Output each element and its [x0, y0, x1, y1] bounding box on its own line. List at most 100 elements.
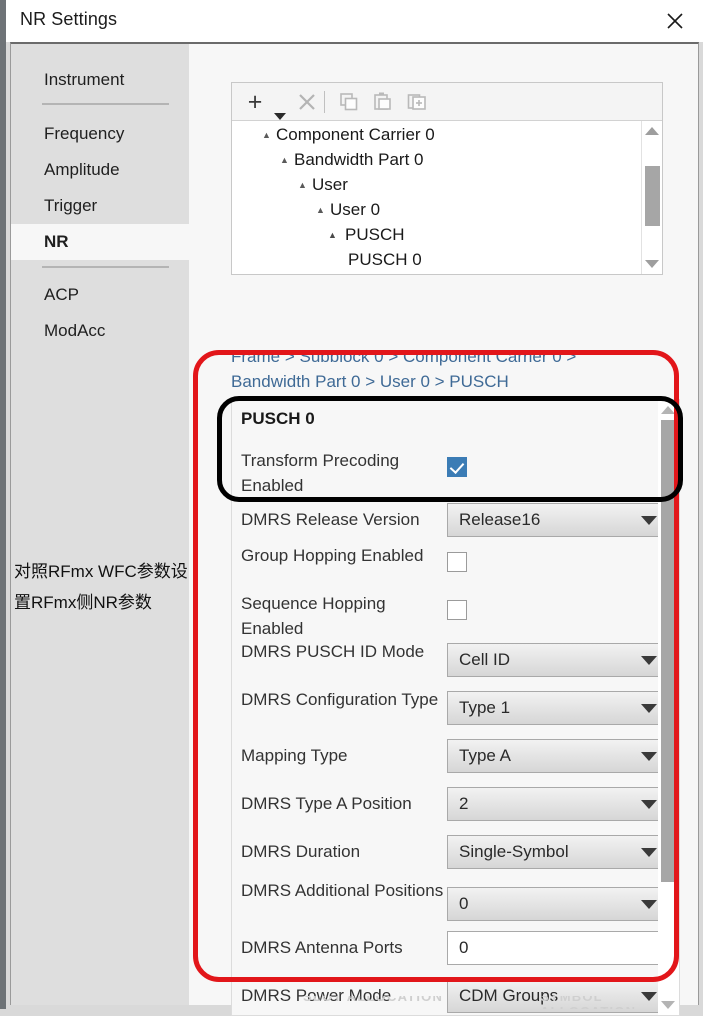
tree-node-label: User 0 [330, 200, 381, 219]
close-x-icon [299, 93, 315, 110]
tree-node-label: PUSCH [345, 225, 405, 244]
background-clipped-text: SLOT ALLOCATION SYMBOL ALLOCATION [0, 996, 703, 1009]
breadcrumb-line-1[interactable]: Frame > Subblock 0 > Component Carrier 0… [231, 344, 686, 369]
row-label: DMRS Additional Positions [241, 881, 444, 900]
nav-item-label: ModAcc [44, 321, 106, 340]
copy-button[interactable] [332, 83, 366, 120]
expander-icon[interactable]: ▲ [316, 198, 330, 223]
form-scrollbar-thumb[interactable] [661, 420, 676, 882]
expander-icon[interactable]: ▲ [328, 223, 342, 248]
tree-scrollbar-thumb[interactable] [645, 166, 660, 226]
nav-item-label: ACP [44, 285, 79, 304]
background-text-left: SLOT ALLOCATION [303, 996, 444, 1004]
group-hopping-enabled-checkbox[interactable] [447, 552, 467, 572]
tree-node-label: Bandwidth Part 0 [294, 150, 424, 169]
nav-item-frequency[interactable]: Frequency [11, 116, 189, 152]
triangle-up-icon[interactable] [658, 400, 678, 420]
dmrs-pusch-id-mode-combo[interactable]: Cell ID [447, 643, 669, 677]
nav-item-amplitude[interactable]: Amplitude [11, 152, 189, 188]
carrier-tree: ▲ Component Carrier 0 ▲ Bandwidth Part 0 ▲… [232, 121, 662, 274]
dmrs-additional-positions-combo[interactable]: 0 [447, 887, 669, 921]
add-button[interactable]: + [238, 83, 272, 120]
paste-insert-icon [407, 93, 426, 110]
window-titlebar: NR Settings [6, 0, 703, 42]
dmrs-antenna-ports-input[interactable]: 0 [447, 931, 669, 965]
tree-node-user[interactable]: ▲ User [298, 172, 348, 197]
triangle-down-icon[interactable] [642, 254, 662, 274]
dmrs-configuration-type-combo[interactable]: Type 1 [447, 691, 669, 725]
row-label: Sequence Hopping Enabled [241, 594, 386, 638]
copy-icon [340, 92, 358, 110]
nav-item-label: NR [44, 232, 69, 251]
chevron-down-icon [641, 656, 657, 665]
settings-nav: Instrument Frequency Amplitude Trigger N… [11, 44, 189, 1005]
delete-button[interactable] [290, 83, 324, 120]
row-label: Mapping Type [241, 746, 348, 765]
expander-icon[interactable]: ▲ [262, 123, 276, 148]
row-label: Group Hopping Enabled [241, 546, 424, 565]
chevron-down-icon [641, 704, 657, 713]
tree-node-user-0[interactable]: ▲ User 0 [316, 197, 380, 222]
nav-item-label: Frequency [44, 124, 125, 143]
triangle-up-icon[interactable] [642, 121, 662, 141]
row-label: Transform Precoding Enabled [241, 451, 400, 495]
mapping-type-combo[interactable]: Type A [447, 739, 669, 773]
transform-precoding-enabled-checkbox[interactable] [447, 457, 467, 477]
input-value: 0 [459, 938, 469, 957]
toolbar-divider [324, 91, 325, 113]
tree-node-label: PUSCH 0 [348, 250, 422, 269]
nav-item-trigger[interactable]: Trigger [11, 188, 189, 224]
carrier-tree-panel: + ▲ Component Carrier 0 ▲ Bandwidth Part… [231, 82, 663, 275]
nav-item-modacc[interactable]: ModAcc [11, 313, 189, 349]
nav-item-acp[interactable]: ACP [11, 277, 189, 313]
nav-item-instrument[interactable]: Instrument [11, 62, 189, 98]
tree-toolbar: + [232, 83, 662, 121]
combo-value: Single-Symbol [459, 842, 569, 861]
chevron-down-icon [641, 752, 657, 761]
row-label: DMRS Antenna Ports [241, 938, 403, 957]
pusch-settings-panel: PUSCH 0 Transform Precoding Enabled DMRS… [231, 399, 680, 1016]
combo-value: Cell ID [459, 650, 511, 669]
tree-node-pusch-0[interactable]: PUSCH 0 [348, 247, 422, 272]
annotation-note: 对照RFmx WFC参数设 置RFmx侧NR参数 [14, 556, 209, 618]
background-text-right: SYMBOL ALLOCATION [540, 996, 635, 1009]
nr-settings-window: NR Settings Instrument Frequency Amplitu… [6, 0, 703, 1016]
paste-button[interactable] [366, 83, 400, 120]
breadcrumb-line-2[interactable]: Bandwidth Part 0 > User 0 > PUSCH [231, 369, 686, 394]
combo-value: 2 [459, 794, 469, 813]
tree-node-component-carrier-0[interactable]: ▲ Component Carrier 0 [262, 122, 435, 147]
nav-divider-2 [42, 266, 169, 268]
dmrs-release-version-combo[interactable]: Release16 [447, 503, 669, 537]
dmrs-type-a-position-combo[interactable]: 2 [447, 787, 669, 821]
paste-insert-button[interactable] [400, 83, 434, 120]
chevron-down-icon [641, 800, 657, 809]
expander-icon[interactable]: ▲ [280, 148, 294, 173]
nav-item-label: Trigger [44, 196, 98, 215]
tree-node-pusch[interactable]: ▲ PUSCH [328, 222, 644, 247]
combo-value: 0 [459, 894, 469, 913]
nr-settings-content: + ▲ Component Carrier 0 ▲ Bandwidth Part… [189, 44, 698, 1016]
tree-scrollbar[interactable] [641, 121, 662, 274]
tree-node-bandwidth-part-0[interactable]: ▲ Bandwidth Part 0 [280, 147, 423, 172]
row-label: DMRS PUSCH ID Mode [241, 642, 425, 661]
chevron-down-icon [274, 113, 286, 120]
window-body: Instrument Frequency Amplitude Trigger N… [10, 42, 699, 1016]
annotation-note-line1: 对照RFmx WFC参数设 [14, 562, 188, 581]
chevron-down-icon [641, 900, 657, 909]
form-scrollbar[interactable] [658, 400, 679, 1015]
dmrs-duration-combo[interactable]: Single-Symbol [447, 835, 669, 869]
row-label: DMRS Duration [241, 842, 361, 861]
nav-item-nr[interactable]: NR [11, 224, 189, 260]
row-label: DMRS Release Version [241, 510, 420, 529]
tree-node-label: Component Carrier 0 [276, 125, 435, 144]
row-label: DMRS Type A Position [241, 794, 412, 813]
expander-icon[interactable]: ▲ [298, 173, 312, 198]
paste-icon [374, 92, 391, 110]
page-title: PUSCH 0 [241, 409, 315, 428]
chevron-down-icon [641, 848, 657, 857]
sequence-hopping-enabled-checkbox[interactable] [447, 600, 467, 620]
row-label: DMRS Configuration Type [241, 690, 439, 709]
breadcrumb[interactable]: Frame > Subblock 0 > Component Carrier 0… [231, 344, 686, 394]
close-icon[interactable] [649, 0, 701, 42]
window-title: NR Settings [20, 9, 118, 29]
